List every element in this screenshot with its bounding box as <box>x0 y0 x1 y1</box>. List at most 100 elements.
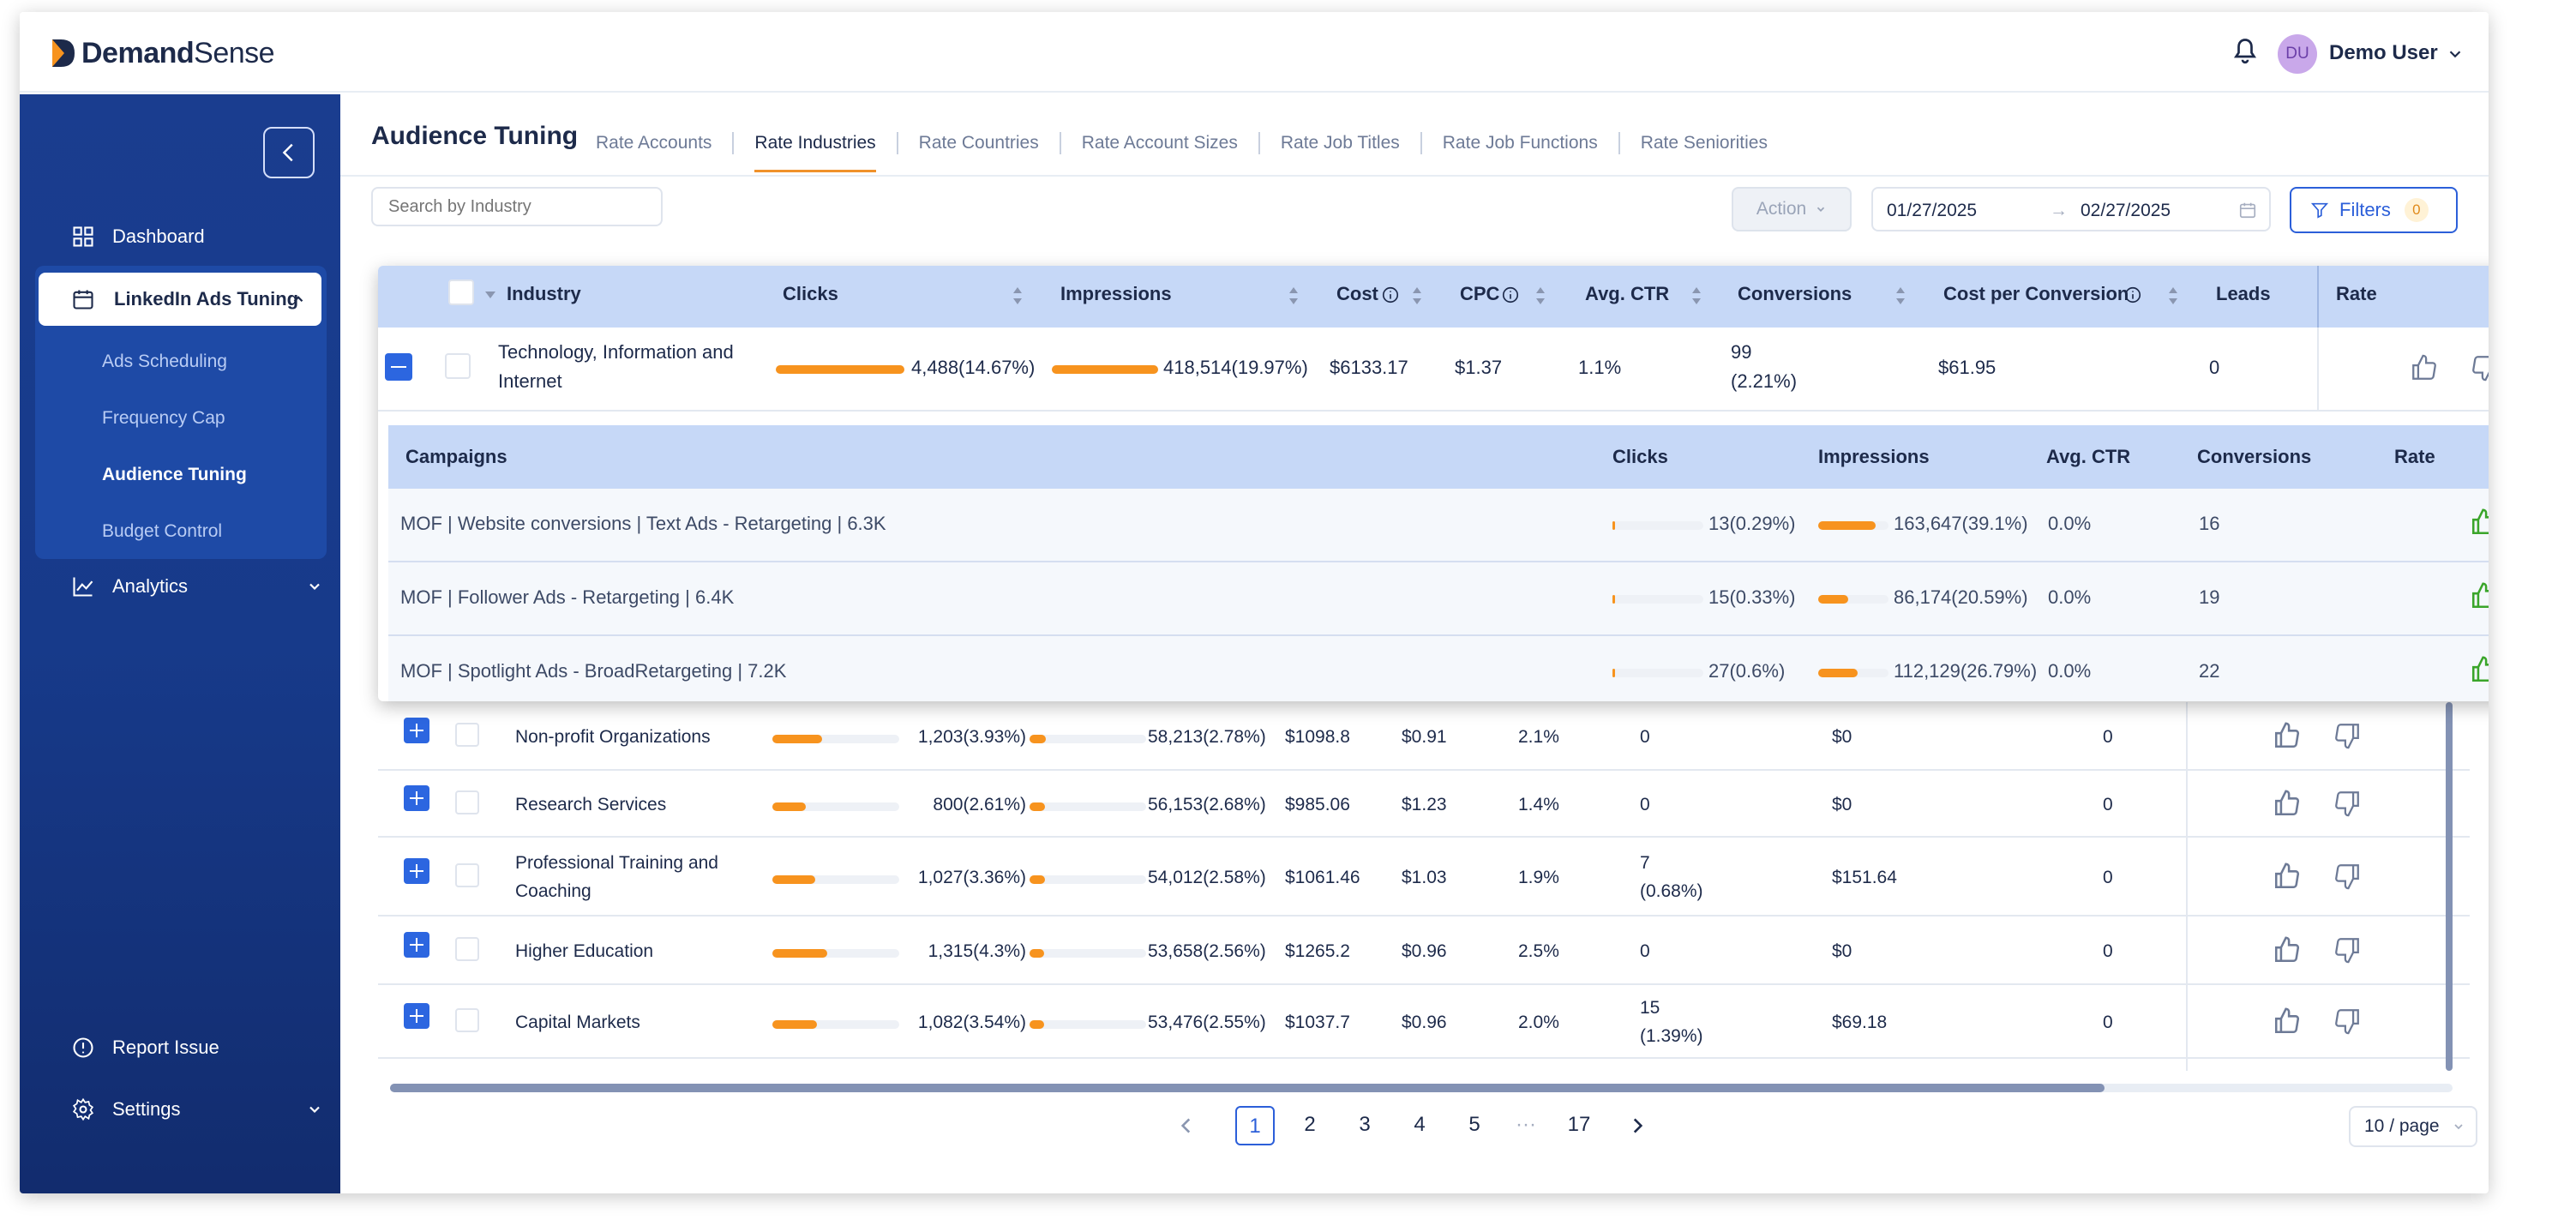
logo[interactable]: DemandSense <box>49 36 275 70</box>
search-input[interactable] <box>371 187 663 226</box>
thumbs-down-icon[interactable] <box>2333 1007 2362 1036</box>
info-icon[interactable] <box>1501 285 1520 304</box>
column-header-impressions[interactable]: Impressions <box>1060 283 1172 305</box>
page-5[interactable]: 5 <box>1455 1106 1494 1145</box>
table-row[interactable]: Higher Education 1,315(4.3%) 53,658(2.56%)… <box>378 917 2470 985</box>
next-page-icon[interactable] <box>1626 1115 1648 1137</box>
table-row[interactable]: Capital Markets 1,082(3.54%) 53,476(2.55%)… <box>378 985 2470 1059</box>
campaign-row[interactable]: MOF | Follower Ads - Retargeting | 6.4K 1… <box>388 562 2489 636</box>
tab-rate-industries[interactable]: Rate Industries <box>734 132 898 172</box>
sort-icon[interactable] <box>1287 285 1300 307</box>
sort-icon[interactable] <box>2166 285 2180 307</box>
cpc-value: $1.23 <box>1402 795 1447 814</box>
thumbs-up-icon[interactable] <box>2273 1007 2302 1036</box>
prev-page-icon[interactable] <box>1175 1115 1198 1137</box>
page-1[interactable]: 1 <box>1235 1106 1275 1145</box>
row-checkbox[interactable] <box>445 353 471 379</box>
sort-icon[interactable] <box>1894 285 1907 307</box>
sidebar-item-dashboard[interactable]: Dashboard <box>71 225 205 249</box>
tab-rate-accounts[interactable]: Rate Accounts <box>596 132 735 154</box>
cost-value: $1061.46 <box>1285 868 1360 887</box>
chevron-down-icon[interactable] <box>2446 45 2465 63</box>
thumbs-up-icon[interactable] <box>2273 862 2302 891</box>
column-header-cpc[interactable]: CPC <box>1460 283 1499 305</box>
row-checkbox[interactable] <box>455 1008 479 1032</box>
page-2[interactable]: 2 <box>1290 1106 1330 1145</box>
select-all-checkbox[interactable] <box>448 279 474 305</box>
page-size-select[interactable]: 10 / page <box>2349 1106 2477 1147</box>
thumbs-up-icon[interactable] <box>2410 353 2439 382</box>
info-icon[interactable] <box>1381 285 1400 304</box>
date-range-picker[interactable]: 01/27/2025 → 02/27/2025 <box>1871 187 2271 231</box>
row-checkbox[interactable] <box>455 937 479 961</box>
thumbs-down-icon[interactable] <box>2470 353 2489 382</box>
table-row[interactable]: Non-profit Organizations 1,203(3.93%) 58,2… <box>378 702 2470 771</box>
thumbs-up-icon[interactable] <box>2273 935 2302 965</box>
column-header-cost[interactable]: Cost <box>1336 283 1378 305</box>
collapse-sidebar-button[interactable] <box>263 127 315 178</box>
vertical-scrollbar[interactable] <box>2446 702 2453 1071</box>
tab-rate-job-functions[interactable]: Rate Job Functions <box>1422 132 1620 154</box>
campaign-row[interactable]: MOF | Spotlight Ads - BroadRetargeting |… <box>388 636 2489 701</box>
campaign-row[interactable]: MOF | Website conversions | Text Ads - R… <box>388 489 2489 562</box>
row-checkbox[interactable] <box>455 790 479 814</box>
action-dropdown[interactable]: Action <box>1732 187 1852 231</box>
filters-button[interactable]: Filters 0 <box>2290 187 2458 233</box>
user-name[interactable]: Demo User <box>2329 41 2438 65</box>
sort-icon[interactable] <box>1690 285 1703 307</box>
caret-down-icon[interactable] <box>484 290 496 300</box>
bell-icon[interactable] <box>2230 36 2261 67</box>
expand-row-button[interactable] <box>404 932 429 958</box>
sidebar-item-report-issue[interactable]: Report Issue <box>71 1036 219 1060</box>
thumbs-up-icon[interactable] <box>2470 581 2489 610</box>
thumbs-down-icon[interactable] <box>2333 862 2362 891</box>
horizontal-scrollbar-thumb[interactable] <box>390 1084 2105 1092</box>
sidebar-item-analytics[interactable]: Analytics <box>71 574 328 598</box>
page-17[interactable]: 17 <box>1559 1106 1599 1145</box>
thumbs-up-icon[interactable] <box>2273 721 2302 750</box>
column-header-industry[interactable]: Industry <box>507 283 581 305</box>
thumbs-up-icon[interactable] <box>2273 789 2302 818</box>
table-row[interactable]: Research Services 800(2.61%) 56,153(2.68%)… <box>378 771 2470 838</box>
page-3[interactable]: 3 <box>1345 1106 1384 1145</box>
avatar[interactable]: DU <box>2278 34 2317 74</box>
expand-row-button[interactable] <box>404 1003 429 1029</box>
leads-value: 0 <box>2103 795 2113 814</box>
page-ellipsis[interactable]: ··· <box>1506 1106 1546 1145</box>
column-header-conversions[interactable]: Conversions <box>1738 283 1852 305</box>
thumbs-down-icon[interactable] <box>2333 789 2362 818</box>
row-checkbox[interactable] <box>455 723 479 747</box>
column-header-leads[interactable]: Leads <box>2216 283 2271 305</box>
clicks-value: 1,082(3.54%) <box>917 1013 1026 1032</box>
table-row-expanded[interactable]: Technology, Information and Internet 4,4… <box>378 328 2489 412</box>
row-checkbox[interactable] <box>455 863 479 887</box>
date-end[interactable]: 02/27/2025 <box>2081 201 2171 221</box>
sidebar-subitem-audience-tuning[interactable]: Audience Tuning <box>102 465 247 485</box>
sort-icon[interactable] <box>1011 285 1024 307</box>
sidebar-subitem-budget-control[interactable]: Budget Control <box>102 521 222 542</box>
thumbs-down-icon[interactable] <box>2333 721 2362 750</box>
tab-rate-job-titles[interactable]: Rate Job Titles <box>1260 132 1422 154</box>
expand-row-button[interactable] <box>404 785 429 811</box>
thumbs-down-icon[interactable] <box>2333 935 2362 965</box>
info-icon[interactable] <box>2123 285 2142 304</box>
sidebar-subitem-frequency-cap[interactable]: Frequency Cap <box>102 408 225 429</box>
expand-row-button[interactable] <box>404 858 429 884</box>
sort-icon[interactable] <box>1534 285 1547 307</box>
sidebar-item-linkedin-ads-tuning[interactable]: LinkedIn Ads Tuning <box>39 273 321 326</box>
thumbs-up-icon[interactable] <box>2470 508 2489 537</box>
date-start[interactable]: 01/27/2025 <box>1887 201 1977 221</box>
column-header-avg-ctr[interactable]: Avg. CTR <box>1585 283 1669 305</box>
thumbs-up-icon[interactable] <box>2470 655 2489 684</box>
tab-rate-account-sizes[interactable]: Rate Account Sizes <box>1061 132 1260 154</box>
table-row[interactable]: Professional Training and Coaching 1,027(3… <box>378 838 2470 917</box>
column-header-clicks[interactable]: Clicks <box>783 283 838 305</box>
sort-icon[interactable] <box>1410 285 1424 307</box>
expand-row-button[interactable] <box>404 718 429 743</box>
tab-rate-countries[interactable]: Rate Countries <box>898 132 1061 154</box>
collapse-row-button[interactable] <box>385 353 412 381</box>
page-4[interactable]: 4 <box>1400 1106 1439 1145</box>
column-header-cost-per-conversion[interactable]: Cost per Conversion <box>1943 283 2129 305</box>
tab-rate-seniorities[interactable]: Rate Seniorities <box>1620 132 1788 154</box>
sidebar-subitem-ads-scheduling[interactable]: Ads Scheduling <box>102 352 227 372</box>
